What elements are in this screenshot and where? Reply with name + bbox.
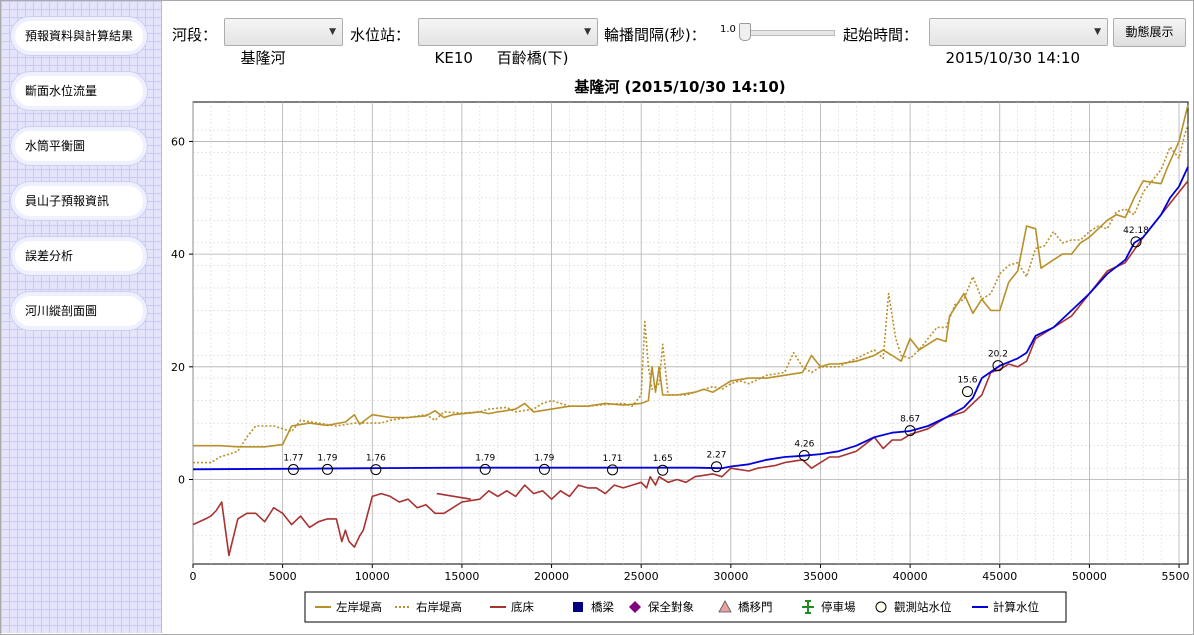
sidebar-item-water-balance[interactable]: 水筒平衡圖 [11,127,147,165]
legend-label: 右岸堤高 [416,600,462,614]
sidebar-item-error-analysis[interactable]: 誤差分析 [11,237,147,275]
interval-label: 輪播間隔(秒)： [604,26,706,44]
sidebar: 預報資料與計算結果 斷面水位流量 水筒平衡圖 員山子預報資訊 誤差分析 河川縱剖… [1,1,162,633]
station-label: 1.71 [602,454,622,464]
station-label: 1.79 [475,453,495,463]
station-label: 1.79 [317,453,337,463]
station-label: 1.76 [366,454,386,464]
interval-slider-track[interactable] [739,30,835,36]
x-tick-label: 55000 [1162,570,1190,583]
station-select[interactable]: KE10 百齡橋(下) ▼ [418,18,598,67]
station-label: 1.79 [534,453,554,463]
x-tick-label: 5000 [269,570,297,583]
sidebar-item-river-profile[interactable]: 河川縱剖面圖 [11,292,147,330]
x-tick-label: 15000 [444,570,479,583]
start-time-select[interactable]: 2015/10/30 14:10 ▼ [929,18,1108,67]
start-time-label: 起始時間： [843,26,919,44]
x-tick-label: 40000 [893,570,928,583]
interval-slider-thumb[interactable] [739,23,751,41]
x-tick-label: 20000 [534,570,569,583]
legend-label: 左岸堤高 [336,600,382,614]
legend-label: 計算水位 [993,600,1039,614]
y-tick-label: 60 [171,135,185,148]
legend-label: 橋梁 [591,600,614,614]
sidebar-item-yuanshanzi[interactable]: 員山子預報資訊 [11,182,147,220]
station-label: 2.27 [706,451,726,461]
x-tick-label: 10000 [355,570,390,583]
station-label: 水位站： [350,26,411,44]
river-select[interactable]: 基隆河 ▼ [224,18,343,67]
x-tick-label: 50000 [1072,570,1107,583]
x-tick-label: 35000 [803,570,838,583]
legend-marker-station [875,601,887,613]
legend-label: 觀測站水位 [894,600,952,614]
animate-button[interactable]: 動態展示 [1113,18,1186,47]
legend-label: 保全對象 [648,600,694,614]
x-tick-label: 25000 [624,570,659,583]
legend: 左岸堤高 右岸堤高 底床 橋梁 保全對象 橋移門 停車場 觀測站水位 計算水位 [304,591,1067,623]
station-label: 42.18 [1123,226,1149,236]
station-label: 20.2 [988,350,1008,360]
slider-value: 1.0 [720,24,736,35]
legend-label: 停車場 [821,600,856,614]
station-label: 4.26 [794,439,814,449]
chevron-down-icon: ▼ [1094,27,1101,37]
x-tick-label: 0 [190,570,197,583]
sidebar-item-forecast-results[interactable]: 預報資料與計算結果 [11,17,147,55]
profile-chart: 基隆河 (2015/10/30 14:10) 1.77 1.79 1.76 1.79 1… [171,78,1190,623]
x-tick-label: 45000 [982,570,1017,583]
sidebar-item-section-flow[interactable]: 斷面水位流量 [11,72,147,110]
station-label: 8.67 [900,415,920,425]
y-tick-label: 0 [178,473,185,486]
river-label: 河段： [172,26,218,44]
legend-label: 底床 [511,600,534,614]
x-tick-label: 30000 [713,570,748,583]
station-label: 15.6 [957,376,977,386]
y-tick-label: 40 [171,248,185,261]
y-tick-label: 20 [171,361,185,374]
station-label: 1.77 [283,454,303,464]
station-label: 1.65 [653,454,673,464]
legend-label: 橋移門 [738,600,773,614]
chevron-down-icon: ▼ [584,27,591,37]
chart-title: 基隆河 (2015/10/30 14:10) [573,78,785,96]
legend-marker-bridge [573,602,583,612]
chevron-down-icon: ▼ [329,27,336,37]
